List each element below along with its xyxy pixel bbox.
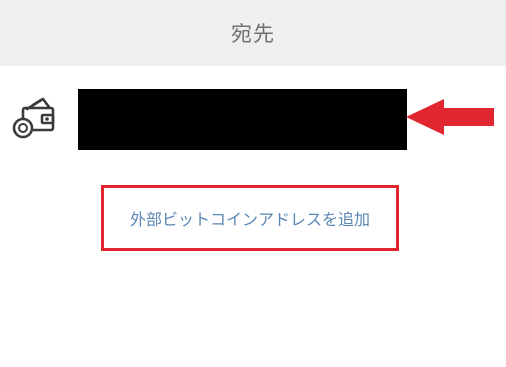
redacted-wallet-name: [78, 89, 407, 150]
wallet-icon: [11, 93, 57, 139]
header-bar: 宛先: [0, 0, 506, 66]
highlight-box: 外部ビットコインアドレスを追加: [101, 185, 399, 251]
wallet-row[interactable]: [0, 66, 506, 170]
page-title: 宛先: [231, 22, 275, 46]
red-arrow-icon: [404, 97, 496, 137]
recipient-screen: 宛先 外部ビットコインアドレスを追加: [0, 0, 506, 367]
add-external-address-link[interactable]: 外部ビットコインアドレスを追加: [104, 188, 396, 248]
